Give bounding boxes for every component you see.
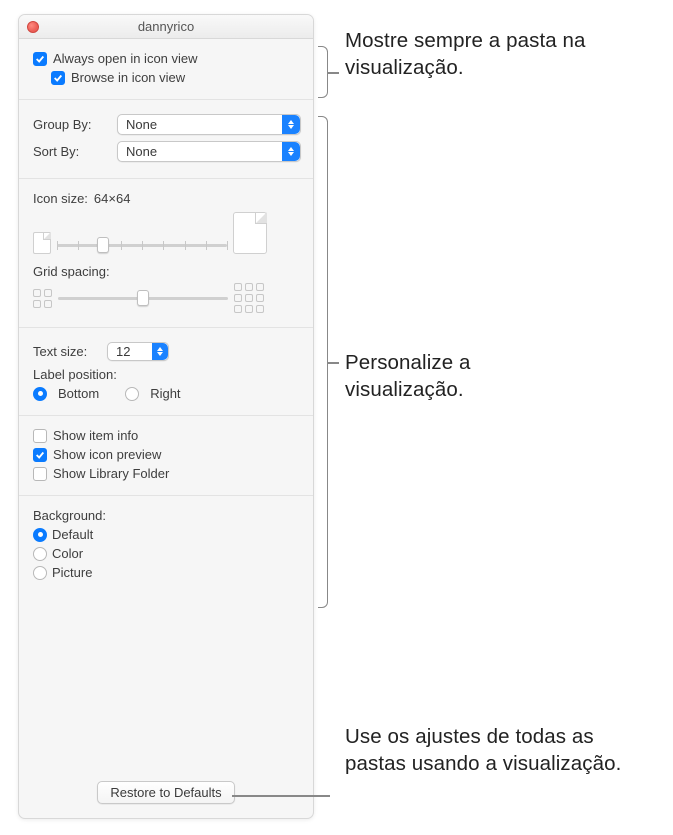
show-item-info-checkbox[interactable] (33, 429, 47, 443)
group-by-label: Group By: (33, 117, 107, 132)
group-by-value: None (126, 117, 157, 132)
bg-picture-row[interactable]: Picture (33, 565, 301, 580)
show-library-label: Show Library Folder (53, 466, 169, 481)
bg-default-label: Default (52, 527, 93, 542)
show-library-row[interactable]: Show Library Folder (33, 466, 301, 481)
text-size-popup[interactable]: 12 (107, 342, 169, 361)
icon-size-label: Icon size: (33, 191, 88, 206)
browse-row[interactable]: Browse in icon view (51, 70, 301, 85)
restore-defaults-button[interactable]: Restore to Defaults (97, 781, 234, 804)
label-bottom-radio[interactable] (33, 387, 47, 401)
view-options-panel: dannyrico Always open in icon view Brows… (18, 14, 314, 819)
sort-by-value: None (126, 144, 157, 159)
icon-size-slider[interactable] (57, 236, 227, 254)
label-right-text: Right (150, 386, 180, 401)
section-sort: Group By: None Sort By: None (19, 100, 313, 179)
updown-icon (152, 343, 168, 360)
always-open-label: Always open in icon view (53, 51, 198, 66)
bg-color-radio[interactable] (33, 547, 47, 561)
group-by-popup[interactable]: None (117, 114, 301, 135)
bg-default-row[interactable]: Default (33, 527, 301, 542)
bg-color-label: Color (52, 546, 83, 561)
show-item-info-label: Show item info (53, 428, 138, 443)
updown-icon (282, 115, 300, 134)
show-item-info-row[interactable]: Show item info (33, 428, 301, 443)
callout-bracket-top (318, 46, 328, 98)
callout-line-bottom (232, 795, 330, 797)
section-icon: Icon size: 64×64 (19, 179, 313, 328)
section-text: Text size: 12 Label position: Bottom Rig… (19, 328, 313, 416)
bg-default-radio[interactable] (33, 528, 47, 542)
bg-picture-label: Picture (52, 565, 92, 580)
bg-picture-radio[interactable] (33, 566, 47, 580)
callout-bracket-mid (318, 116, 328, 608)
always-open-checkbox[interactable] (33, 52, 47, 66)
grid-spacing-slider[interactable] (58, 289, 228, 307)
section-background: Background: Default Color Picture (19, 496, 313, 594)
large-file-icon (233, 212, 267, 254)
callout-text-bottom: Use os ajustes de todas as pastas usando… (345, 724, 655, 777)
close-button[interactable] (27, 21, 39, 33)
footer: Restore to Defaults (19, 781, 313, 804)
show-icon-preview-label: Show icon preview (53, 447, 161, 462)
label-right-radio[interactable] (125, 387, 139, 401)
sort-by-label: Sort By: (33, 144, 107, 159)
show-library-checkbox[interactable] (33, 467, 47, 481)
text-size-value: 12 (116, 344, 130, 359)
updown-icon (282, 142, 300, 161)
label-position-heading: Label position: (33, 367, 117, 382)
background-heading: Background: (33, 508, 106, 523)
grid-spacing-label: Grid spacing: (33, 264, 110, 279)
label-bottom-text: Bottom (58, 386, 99, 401)
sort-by-popup[interactable]: None (117, 141, 301, 162)
show-icon-preview-checkbox[interactable] (33, 448, 47, 462)
section-show: Show item info Show icon preview Show Li… (19, 416, 313, 496)
bg-color-row[interactable]: Color (33, 546, 301, 561)
grid-loose-icon (234, 283, 264, 313)
browse-checkbox[interactable] (51, 71, 65, 85)
show-icon-preview-row[interactable]: Show icon preview (33, 447, 301, 462)
callout-text-top: Mostre sempre a pasta na visualização. (345, 28, 645, 81)
browse-label: Browse in icon view (71, 70, 185, 85)
titlebar: dannyrico (19, 15, 313, 39)
icon-size-value: 64×64 (94, 191, 131, 206)
window-title: dannyrico (19, 19, 313, 34)
text-size-label: Text size: (33, 344, 97, 359)
small-file-icon (33, 232, 51, 254)
callout-text-mid: Personalize a visualização. (345, 350, 545, 403)
grid-tight-icon (33, 289, 52, 308)
section-view-mode: Always open in icon view Browse in icon … (19, 39, 313, 100)
always-open-row[interactable]: Always open in icon view (33, 51, 301, 66)
